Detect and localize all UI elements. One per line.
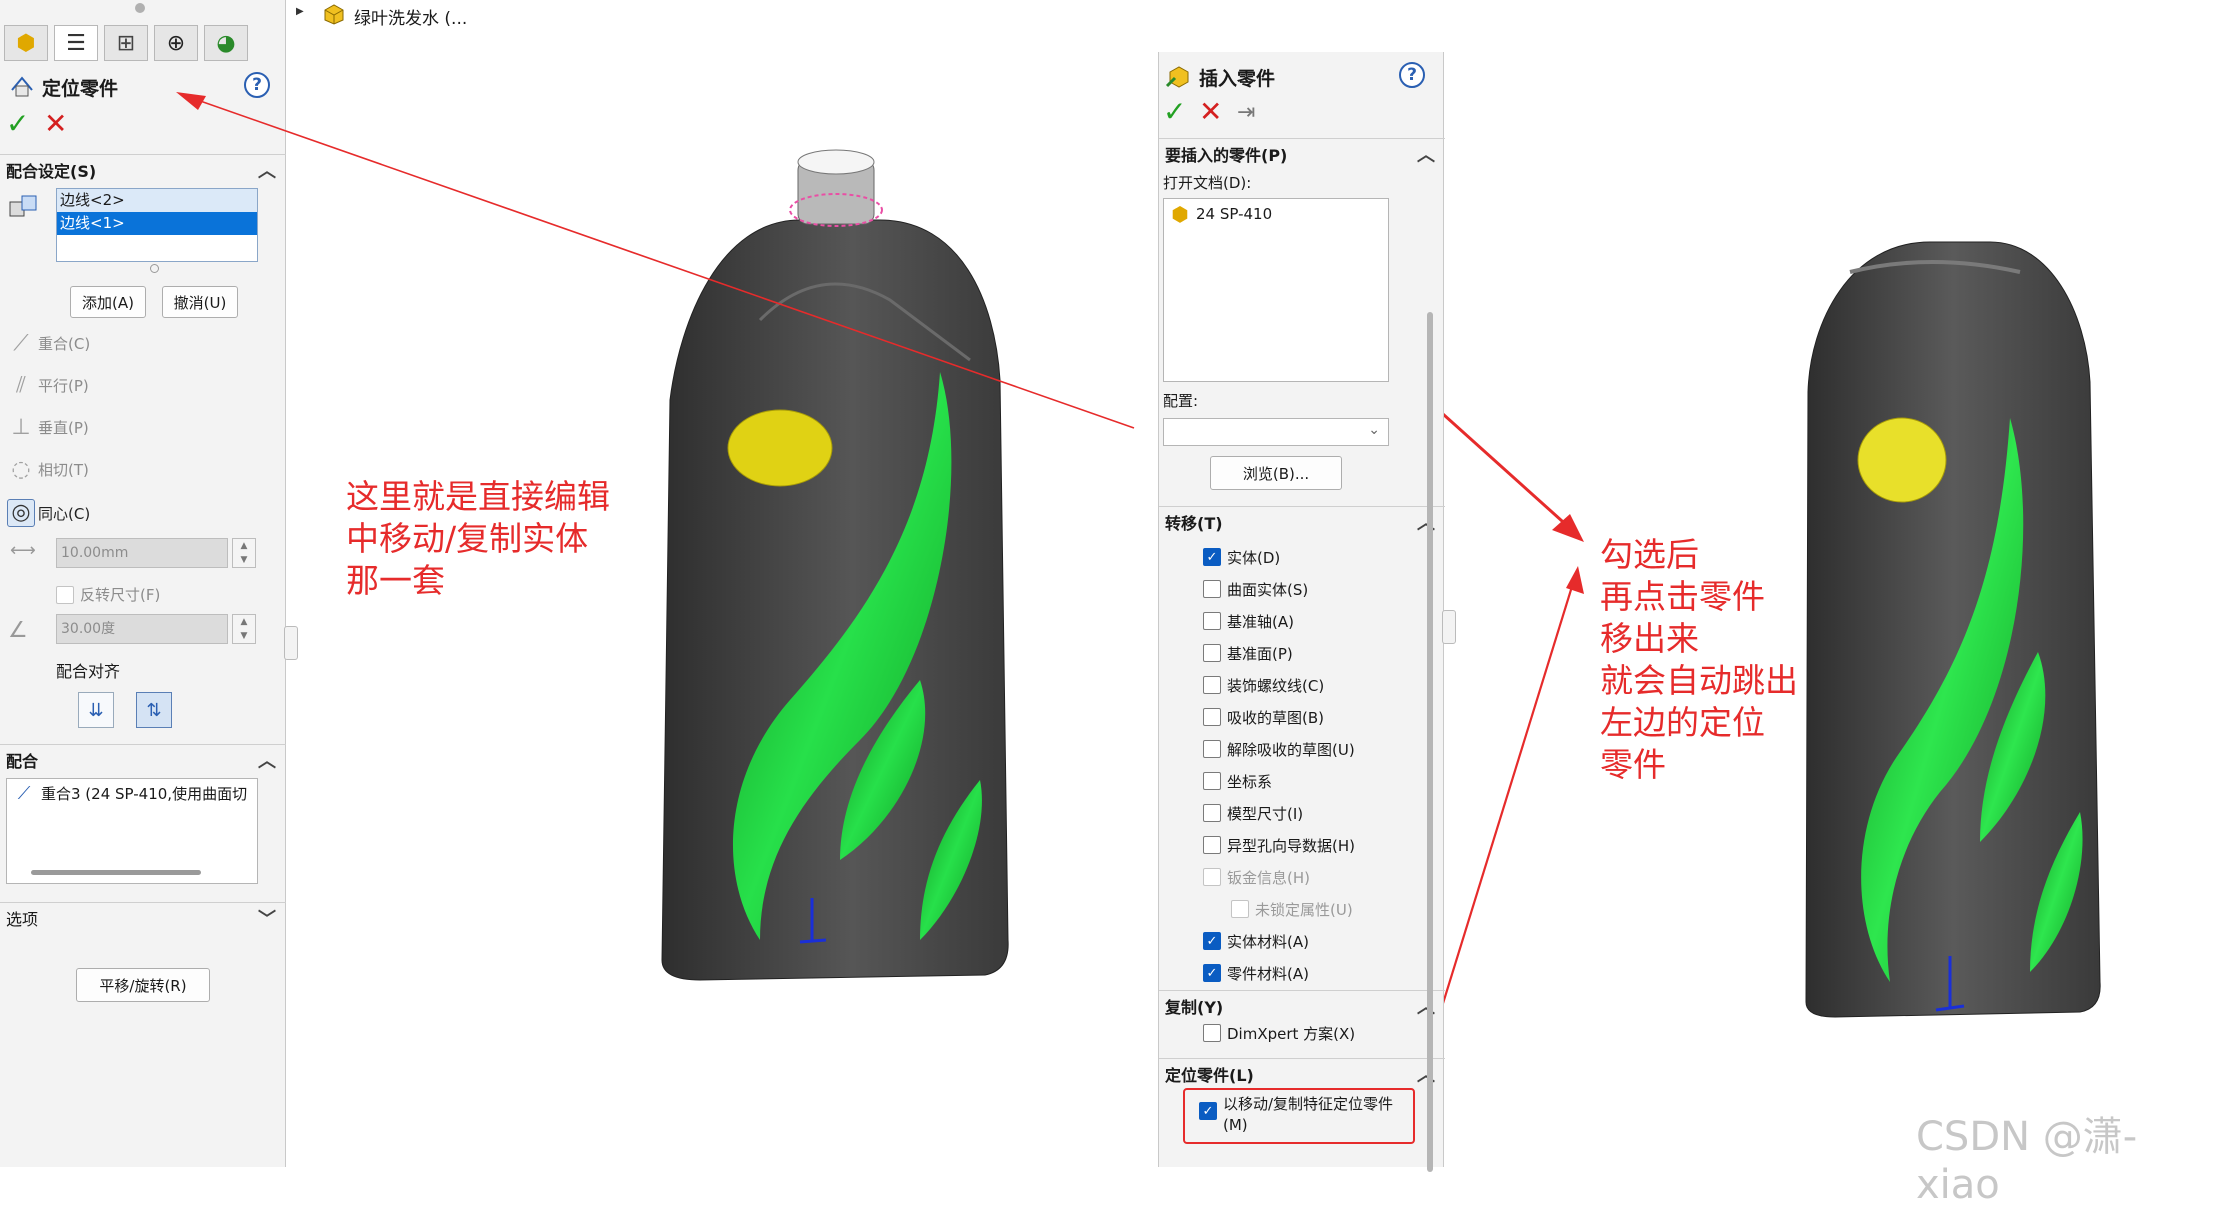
- dimxpert-checkbox-row[interactable]: DimXpert 方案(X): [1203, 1020, 1355, 1046]
- annotation-line: 移出来: [1600, 619, 1699, 658]
- transfer-option-checkbox: [1203, 868, 1221, 886]
- dimxpert-label: DimXpert 方案(X): [1227, 1024, 1356, 1043]
- annotation-line: 再点击零件: [1600, 577, 1765, 616]
- help-button[interactable]: ?: [1399, 62, 1425, 88]
- transfer-option-label: 模型尺寸(I): [1227, 804, 1304, 823]
- transfer-option-checkbox: [1231, 900, 1249, 918]
- configuration-label: 配置:: [1163, 392, 1199, 410]
- copy-header[interactable]: 复制(Y) ︿: [1159, 990, 1445, 1020]
- ok-button[interactable]: ✓: [1163, 98, 1186, 126]
- pin-icon[interactable]: ⇥: [1237, 100, 1255, 125]
- arrow-to-locate-panel: [185, 95, 1135, 429]
- transfer-option-row[interactable]: 坐标系: [1203, 768, 1272, 794]
- transfer-option-label: 零件材料(A): [1227, 964, 1309, 983]
- panel-splitter-grip[interactable]: [1442, 610, 1456, 644]
- chevron-up-icon[interactable]: ︿: [1417, 141, 1435, 167]
- vertical-scrollbar[interactable]: [1427, 312, 1433, 1172]
- open-document-item[interactable]: ⬢ 24 SP-410: [1164, 199, 1388, 229]
- transfer-option-row[interactable]: ✓ 实体(D): [1203, 544, 1280, 570]
- transfer-option-row[interactable]: 基准轴(A): [1203, 608, 1294, 634]
- transfer-option-row: 未锁定属性(U): [1231, 896, 1353, 922]
- transfer-option-checkbox[interactable]: [1203, 772, 1221, 790]
- transfer-option-label: 装饰螺纹线(C): [1227, 676, 1325, 695]
- locate-part-title: 定位零件(L): [1165, 1065, 1254, 1085]
- transfer-option-row[interactable]: 吸收的草图(B): [1203, 704, 1324, 730]
- transfer-option-row[interactable]: 异型孔向导数据(H): [1203, 832, 1355, 858]
- transfer-option-checkbox[interactable]: [1203, 804, 1221, 822]
- transfer-option-row[interactable]: 曲面实体(S): [1203, 576, 1308, 602]
- transfer-option-label: 曲面实体(S): [1227, 580, 1309, 599]
- transfer-option-label: 坐标系: [1227, 772, 1273, 791]
- transfer-header[interactable]: 转移(T) ︿: [1159, 506, 1445, 536]
- cancel-button[interactable]: ✕: [1199, 98, 1222, 126]
- transfer-title: 转移(T): [1165, 513, 1223, 533]
- locate-with-move-copy-row[interactable]: ✓ 以移动/复制特征定位零件(M): [1199, 1094, 1409, 1136]
- arrow-head: [1566, 566, 1584, 594]
- locate-part-header[interactable]: 定位零件(L) ︿: [1159, 1058, 1445, 1088]
- transfer-option-row[interactable]: 装饰螺纹线(C): [1203, 672, 1324, 698]
- part-to-insert-header[interactable]: 要插入的零件(P) ︿: [1159, 138, 1445, 168]
- transfer-option-checkbox[interactable]: [1203, 612, 1221, 630]
- transfer-option-checkbox[interactable]: ✓: [1203, 964, 1221, 982]
- transfer-option-label: 实体材料(A): [1227, 932, 1309, 951]
- locate-with-move-copy-label: 以移动/复制特征定位零件(M): [1223, 1095, 1394, 1134]
- annotation-right-note: 勾选后 再点击零件 移出来 就会自动跳出 左边的定位 零件: [1600, 534, 1798, 786]
- transfer-option-label: 基准面(P): [1227, 644, 1293, 663]
- transfer-option-row[interactable]: ✓ 零件材料(A): [1203, 960, 1309, 986]
- transfer-option-label: 未锁定属性(U): [1255, 900, 1353, 919]
- browse-button[interactable]: 浏览(B)...: [1210, 456, 1342, 490]
- annotation-line: 零件: [1600, 745, 1666, 784]
- transfer-option-checkbox[interactable]: [1203, 676, 1221, 694]
- dimxpert-checkbox[interactable]: [1203, 1024, 1221, 1042]
- transfer-option-label: 钣金信息(H): [1227, 868, 1310, 887]
- copy-title: 复制(Y): [1165, 997, 1224, 1017]
- part-icon: ⬢: [1171, 202, 1189, 226]
- open-document-name: 24 SP-410: [1196, 205, 1273, 223]
- transfer-option-label: 异型孔向导数据(H): [1227, 836, 1355, 855]
- annotation-line: 左边的定位: [1600, 703, 1765, 742]
- arrow-head: [176, 92, 206, 110]
- transfer-option-checkbox[interactable]: ✓: [1203, 932, 1221, 950]
- transfer-option-label: 实体(D): [1227, 548, 1281, 567]
- insert-part-property-manager: 插入零件 ? ✓ ✕ ⇥ 要插入的零件(P) ︿ 打开文档(D): ⬢ 24 S…: [1158, 52, 1445, 1172]
- open-documents-label: 打开文档(D):: [1163, 174, 1252, 192]
- panel-title: 插入零件: [1199, 68, 1276, 90]
- open-documents-list[interactable]: ⬢ 24 SP-410: [1163, 198, 1389, 382]
- transfer-option-checkbox[interactable]: [1203, 644, 1221, 662]
- configuration-select[interactable]: ⌄: [1163, 418, 1389, 446]
- annotation-line: 勾选后: [1600, 535, 1699, 574]
- part-to-insert-title: 要插入的零件(P): [1165, 145, 1288, 165]
- watermark: CSDN @潇-xiao: [1916, 1114, 2138, 1208]
- transfer-option-row[interactable]: 解除吸收的草图(U): [1203, 736, 1355, 762]
- annotation-line: 就会自动跳出: [1600, 661, 1798, 700]
- transfer-option-checkbox[interactable]: [1203, 836, 1221, 854]
- transfer-option-checkbox[interactable]: [1203, 740, 1221, 758]
- transfer-option-row[interactable]: 基准面(P): [1203, 640, 1293, 666]
- insert-part-icon: [1165, 62, 1193, 90]
- transfer-option-label: 基准轴(A): [1227, 612, 1294, 631]
- locate-with-move-copy-checkbox[interactable]: ✓: [1199, 1102, 1217, 1120]
- transfer-option-row: 钣金信息(H): [1203, 864, 1310, 890]
- transfer-option-label: 解除吸收的草图(U): [1227, 740, 1355, 759]
- transfer-option-checkbox[interactable]: [1203, 708, 1221, 726]
- chevron-down-icon[interactable]: ⌄: [1368, 422, 1380, 438]
- transfer-option-checkbox[interactable]: [1203, 580, 1221, 598]
- transfer-option-checkbox[interactable]: ✓: [1203, 548, 1221, 566]
- transfer-option-label: 吸收的草图(B): [1227, 708, 1324, 727]
- transfer-option-row[interactable]: ✓ 实体材料(A): [1203, 928, 1309, 954]
- bottle-model-right[interactable]: [1790, 232, 2120, 1022]
- transfer-option-row[interactable]: 模型尺寸(I): [1203, 800, 1303, 826]
